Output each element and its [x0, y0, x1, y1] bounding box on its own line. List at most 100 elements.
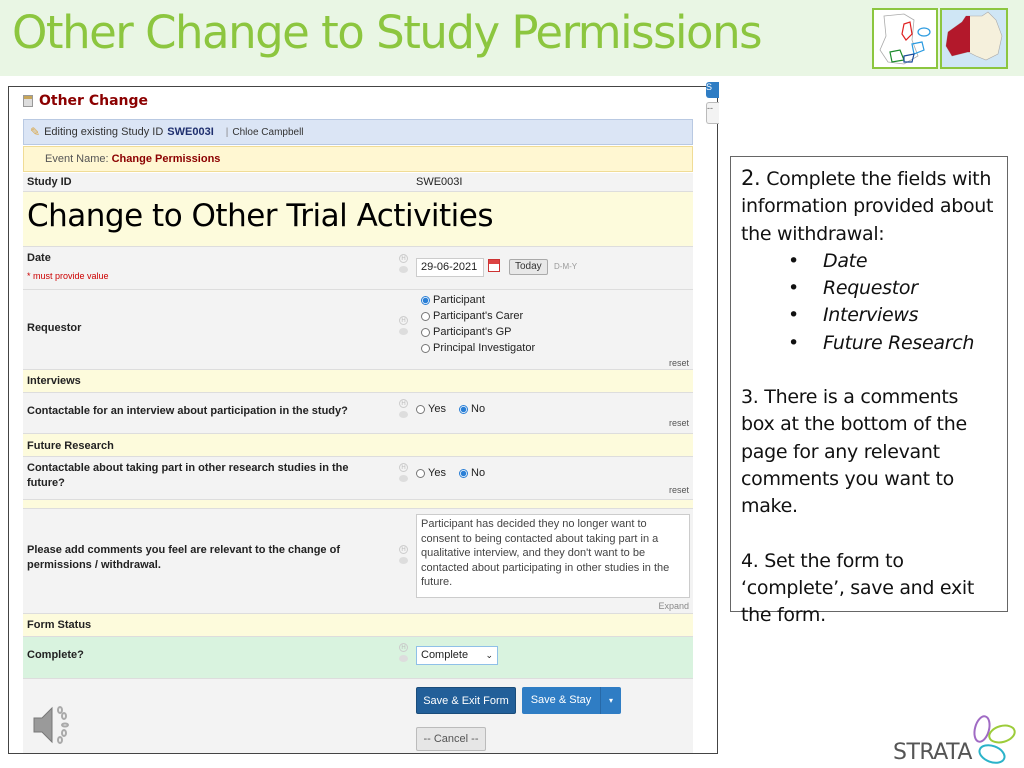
save-and-stay-button[interactable]: Save & Stay [522, 687, 600, 714]
step-2-text: 2. Complete the fields with information … [741, 165, 997, 248]
field-history-icon[interactable]: H [399, 463, 409, 485]
form-status-header: Form Status [27, 619, 92, 631]
date-input[interactable]: 29-06-2021 [416, 258, 484, 277]
field-history-icon[interactable]: H [399, 643, 409, 665]
radio-button[interactable] [416, 404, 425, 414]
radio-button[interactable] [421, 311, 430, 321]
comments-textarea[interactable]: Participant has decided they no longer w… [416, 514, 690, 598]
save-and-exit-button[interactable]: Save & Exit Form [416, 687, 516, 714]
user-name: Chloe Campbell [232, 126, 304, 138]
date-row: Date * must provide value H 29-06-2021 T… [23, 247, 693, 290]
complete-label: Complete? [27, 649, 84, 661]
field-history-icon[interactable]: H [399, 399, 409, 421]
pencil-icon: ✎ [30, 125, 41, 139]
radio-participant[interactable]: Participant [421, 294, 485, 306]
reset-link[interactable]: reset [669, 358, 689, 368]
radio-label: No [471, 403, 486, 415]
reset-link[interactable]: reset [669, 485, 689, 495]
save-buttons-row: Save & Exit Form Save & Stay ▾ -- Cancel… [23, 679, 693, 753]
comments-row: Please add comments you feel are relevan… [23, 509, 693, 614]
interviews-header-row: Interviews [23, 370, 693, 393]
interviews-row: Contactable for an interview about parti… [23, 393, 693, 434]
interviews-header: Interviews [27, 375, 81, 387]
radio-button[interactable] [459, 404, 468, 414]
floating-save-button[interactable]: S [706, 82, 719, 98]
form-status-header-row: Form Status [23, 614, 693, 637]
study-id-field-value: SWE003I [416, 176, 463, 188]
event-label: Event Name: [45, 153, 109, 165]
editing-record-bar: ✎ Editing existing Study ID SWE003I | Ch… [23, 119, 693, 145]
radio-future-research-yes[interactable]: Yes [416, 467, 446, 479]
radio-principal-investigator[interactable]: Principal Investigator [421, 342, 535, 354]
step-2-number: 2. [741, 166, 761, 190]
floating-side-buttons: S -- [703, 80, 719, 128]
form-header: Other Change [23, 93, 148, 109]
field-history-icon[interactable]: H [399, 316, 409, 338]
event-name-bar: Event Name: Change Permissions [23, 146, 693, 172]
step-2-body: Complete the fields with information pro… [741, 168, 994, 245]
editing-label: Editing existing Study ID [44, 126, 164, 138]
radio-label: Participant [433, 294, 485, 306]
comment-icon[interactable] [399, 411, 408, 418]
australia-map-image [940, 8, 1008, 69]
field-history-icon[interactable]: H [399, 545, 409, 567]
field-history-icon[interactable]: H [399, 254, 409, 276]
radio-interviews-yes[interactable]: Yes [416, 403, 446, 415]
strata-logo-text: STRATA [893, 740, 972, 765]
comment-icon[interactable] [399, 266, 408, 273]
field-list-item: Interviews [788, 302, 997, 330]
step-4-text: 4. Set the form to ‘complete’, save and … [741, 549, 975, 627]
expand-link[interactable]: Expand [658, 601, 689, 611]
radio-button[interactable] [421, 327, 430, 337]
today-button[interactable]: Today [509, 259, 548, 275]
comment-icon[interactable] [399, 475, 408, 482]
future-research-header: Future Research [27, 440, 114, 452]
slide-title-bar: Other Change to Study Permissions [0, 0, 1024, 76]
radio-label: Participant's Carer [433, 310, 524, 322]
cancel-button[interactable]: -- Cancel -- [416, 727, 486, 751]
radio-label: No [471, 467, 486, 479]
date-format-hint: D-M-Y [554, 262, 578, 271]
radio-button[interactable] [421, 295, 430, 305]
uk-region-map-image [872, 8, 938, 69]
comment-icon[interactable] [399, 655, 408, 662]
radio-button[interactable] [459, 468, 468, 478]
required-note: * must provide value [27, 271, 109, 281]
radio-interviews-no[interactable]: No [459, 403, 485, 415]
redcap-form-screenshot: Other Change ✎ Editing existing Study ID… [8, 86, 718, 754]
calendar-icon[interactable] [488, 259, 500, 272]
study-id-value: SWE003I [167, 126, 214, 138]
section-heading: Change to Other Trial Activities [27, 198, 494, 234]
form-icon [23, 95, 33, 107]
spacer-row [23, 500, 693, 509]
instructions-panel: 2. Complete the fields with information … [730, 156, 1008, 626]
speaker-audio-icon[interactable] [30, 700, 80, 750]
radio-label: Yes [428, 403, 446, 415]
save-options-dropdown-button[interactable]: ▾ [600, 687, 621, 714]
study-id-row: Study ID SWE003I [23, 173, 693, 192]
study-id-label: Study ID [27, 176, 72, 188]
event-value: Change Permissions [111, 153, 221, 165]
reset-link[interactable]: reset [669, 418, 689, 428]
comments-label: Please add comments you feel are relevan… [27, 544, 340, 571]
radio-participants-gp[interactable]: Participant's GP [421, 326, 512, 338]
slide-title: Other Change to Study Permissions [12, 6, 763, 59]
section-heading-row: Change to Other Trial Activities [23, 192, 693, 247]
complete-status-select[interactable]: Complete ⌄ [416, 646, 498, 665]
radio-participants-carer[interactable]: Participant's Carer [421, 310, 523, 322]
radio-future-research-no[interactable]: No [459, 467, 485, 479]
future-research-row: Contactable about taking part in other r… [23, 457, 693, 500]
comment-icon[interactable] [399, 557, 408, 564]
future-research-question: Contactable about taking part in other r… [27, 462, 349, 489]
future-research-header-row: Future Research [23, 434, 693, 457]
radio-label: Yes [428, 467, 446, 479]
comment-icon[interactable] [399, 328, 408, 335]
separator: | [225, 126, 229, 138]
radio-button[interactable] [421, 343, 430, 353]
date-label: Date [27, 252, 51, 264]
requestor-row: Requestor H Participant Participant's Ca… [23, 290, 693, 370]
radio-button[interactable] [416, 468, 425, 478]
floating-cancel-button[interactable]: -- [706, 102, 719, 124]
field-list: Date Requestor Interviews Future Researc… [741, 248, 997, 357]
field-list-item: Future Research [788, 330, 997, 358]
